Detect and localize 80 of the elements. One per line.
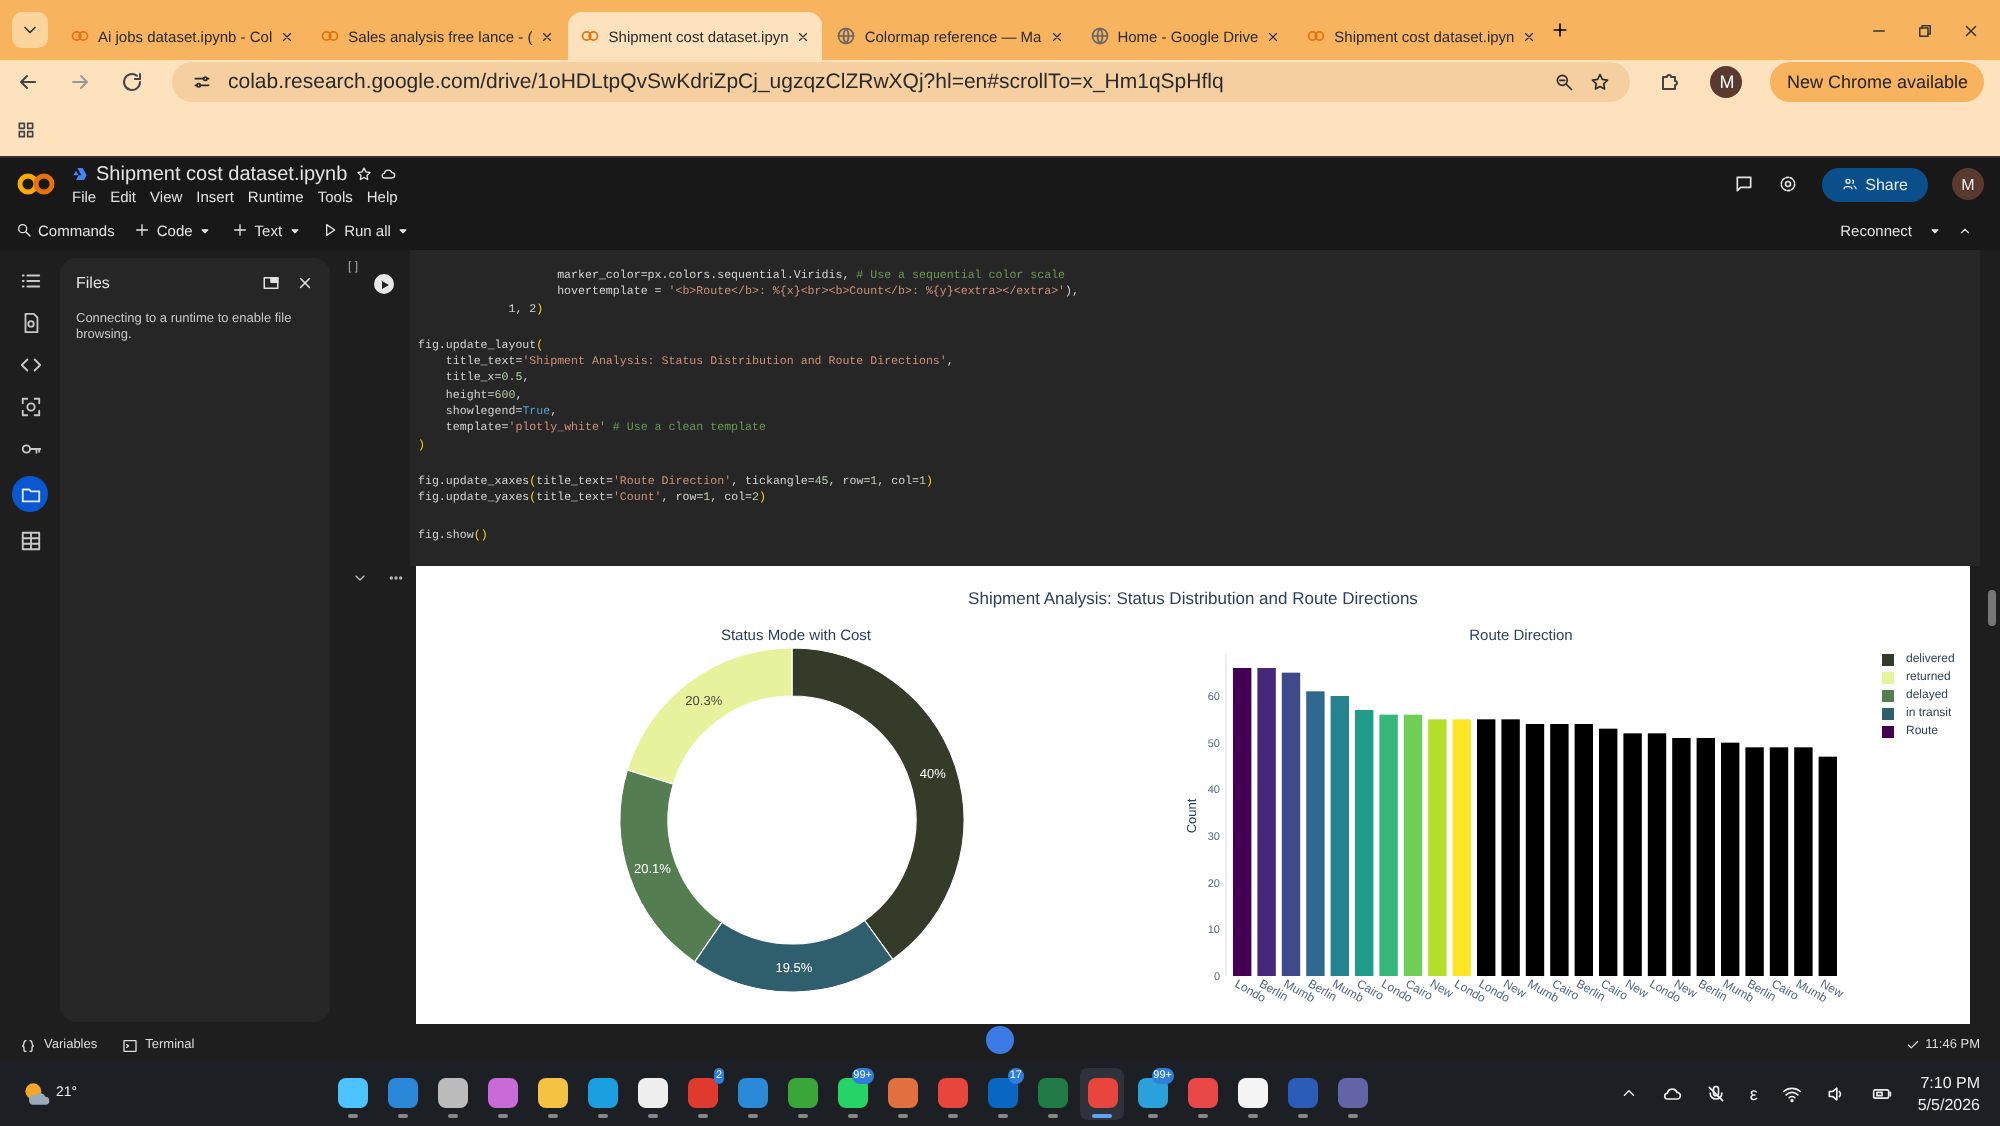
caret-icon [288,223,303,237]
chevron-up-icon[interactable] [1619,1084,1638,1102]
panel-title: Files [76,274,112,292]
apps-grid-icon[interactable] [16,120,36,140]
account-avatar[interactable]: M [1952,168,1984,200]
code-icon [19,353,41,375]
cloud-icon[interactable] [1661,1083,1682,1103]
update-button[interactable]: New Chrome available [1770,62,1984,102]
scrollbar-thumb[interactable] [1988,590,1996,626]
colab-logo[interactable] [16,172,56,196]
braces-icon[interactable] [20,1037,36,1053]
drive-icon [72,166,88,182]
close-icon[interactable] [1522,29,1537,43]
check-icon [1905,1038,1920,1052]
site-settings-icon[interactable] [192,72,212,92]
legend-swatch[interactable] [1882,672,1894,684]
settings-icon[interactable] [1777,174,1798,194]
collapse-icon[interactable] [1958,223,1972,237]
caret-icon[interactable] [1928,223,1942,237]
play-icon [379,279,390,289]
folder-icon [19,483,41,505]
new-window-icon[interactable] [262,274,280,292]
restore-icon[interactable] [1916,21,1934,39]
profile-avatar[interactable]: M [1710,66,1743,98]
caret-icon [198,223,213,237]
share-button[interactable]: Share [1821,167,1928,201]
play-icon [322,222,339,238]
people-icon [1841,176,1858,192]
run-cell-button[interactable] [374,274,395,294]
collapse-output-icon[interactable] [352,570,368,586]
globe-icon [836,26,857,46]
globe-icon [1089,26,1110,46]
back-icon[interactable] [16,70,40,94]
zoom-icon[interactable] [1554,72,1575,92]
infinity-logo-icon [320,26,341,46]
close-icon[interactable] [540,29,555,43]
chart-title: Shipment Analysis: Status Distribution and Route Directions [968,588,1418,608]
legend-swatch[interactable] [1882,708,1894,720]
address-bar[interactable]: colab.research.google.com/drive/1oHDLtpQvSwKdriZpCj_ugzqzClZRwXQj?hl=en#scrollTo=x_Hm1qSpHflq [172,62,1631,102]
close-icon[interactable] [1266,29,1281,43]
sidebar-tab[interactable] [16,392,44,420]
reload-icon[interactable] [120,70,144,94]
speaker-icon[interactable] [1825,1083,1846,1103]
taskbar-app[interactable] [1080,1067,1124,1119]
floating-button[interactable] [986,1026,1014,1054]
plus-icon [134,222,151,238]
more-icon[interactable] [388,570,404,586]
input-indicator[interactable]: ε [1749,1083,1758,1103]
legend-swatch[interactable] [1882,654,1894,666]
new-tab-icon[interactable] [1550,20,1571,40]
wifi-icon[interactable] [1781,1083,1802,1103]
cloud-icon [379,166,396,182]
infinity-logo-icon [1306,26,1327,46]
infinity-logo-icon [580,26,601,46]
clock-date[interactable]: 5/5/2026 [1917,1095,1980,1113]
comment-icon[interactable] [1733,174,1754,194]
infinity-logo-icon [70,26,90,46]
extensions-icon[interactable] [1658,70,1683,94]
notebook-title[interactable]: Shipment cost dataset.ipynb [96,163,348,185]
table-of-contents-icon [19,269,41,291]
caret-icon [396,223,411,237]
star-icon[interactable] [1590,72,1611,92]
document-search-icon [19,311,41,333]
legend-swatch[interactable] [1882,726,1894,738]
table-icon [19,529,41,551]
battery-icon[interactable] [1869,1083,1894,1103]
legend-swatch[interactable] [1882,690,1894,702]
sidebar-tab[interactable] [16,526,44,554]
mic-off-icon[interactable] [1705,1083,1726,1103]
terminal-icon[interactable] [121,1037,138,1053]
variables-icon [19,395,41,417]
close-icon[interactable] [796,29,811,43]
close-icon[interactable] [1049,29,1064,43]
close-icon[interactable] [280,29,295,43]
plus-icon [232,222,249,238]
weather-icon[interactable] [20,1077,52,1109]
search-icon [16,222,32,238]
clock-time[interactable]: 7:10 PM [1920,1073,1980,1091]
sidebar-tab[interactable] [12,476,48,512]
close-icon[interactable] [1962,21,1980,39]
